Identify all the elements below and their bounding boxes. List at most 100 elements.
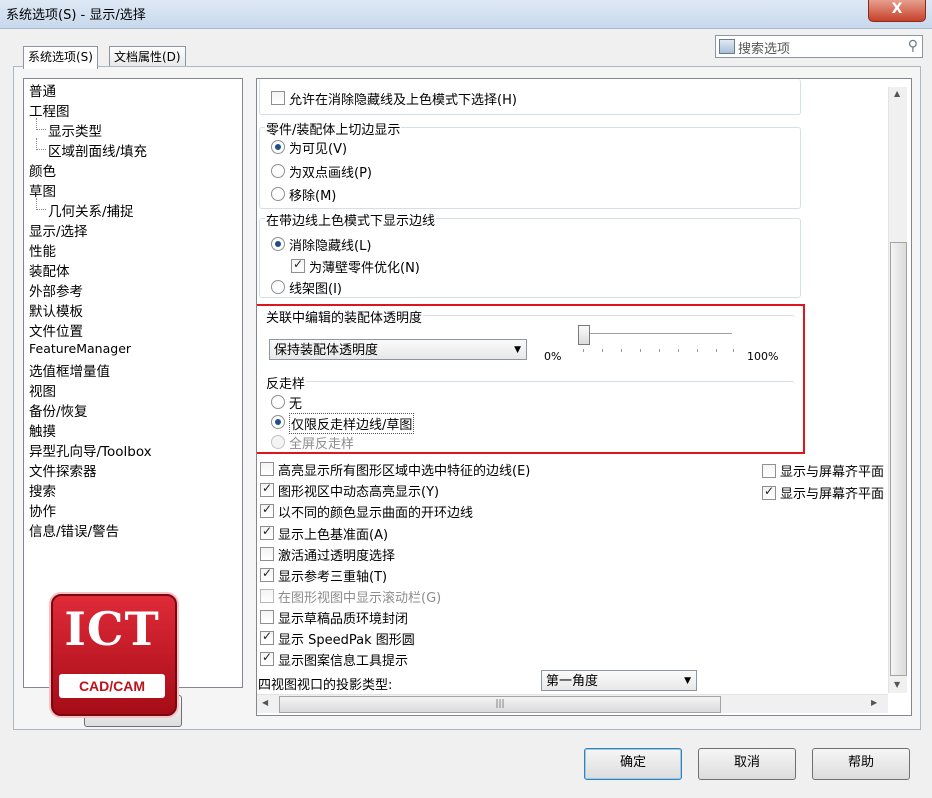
tab-document-properties[interactable]: 文档属性(D) — [109, 46, 186, 68]
tree-item-messages[interactable]: 信息/错误/警告 — [29, 520, 119, 540]
horizontal-scrollbar[interactable]: ◀ ||| ▶ — [257, 694, 888, 713]
checkbox-shaded-planes[interactable] — [260, 524, 274, 540]
scroll-right-icon[interactable]: ▶ — [871, 698, 877, 707]
checkbox-pattern-tooltip[interactable] — [260, 650, 274, 666]
tree-item-drawings[interactable]: 工程图 — [29, 100, 70, 120]
radio-hidden-lines-removed[interactable] — [271, 237, 285, 251]
tab-system-options[interactable]: 系统选项(S) — [23, 46, 98, 69]
ict-logo: ICT CAD/CAM — [51, 594, 177, 716]
scroll-down-icon[interactable]: ▼ — [894, 680, 900, 689]
slider-tick — [640, 349, 641, 352]
horizontal-scroll-thumb[interactable]: ||| — [279, 696, 721, 713]
tree-item-assemblies[interactable]: 装配体 — [29, 260, 70, 280]
checkbox-reference-triad[interactable] — [260, 566, 274, 582]
tree-item-general[interactable]: 普通 — [29, 80, 56, 100]
tree-item-spin-box[interactable]: 选值框增量值 — [29, 360, 110, 380]
search-input[interactable]: 搜索选项 ⚲ — [715, 35, 923, 58]
help-button[interactable]: 帮助 — [812, 748, 910, 780]
projection-type-value: 第一角度 — [546, 674, 599, 689]
checkbox-open-edges-color-label: 以不同的颜色显示曲面的开环边线 — [278, 506, 474, 521]
slider-tick — [678, 349, 679, 352]
slider-tick — [716, 349, 717, 352]
tree-item-default-templates[interactable]: 默认模板 — [29, 300, 83, 320]
checkbox-screen-parallel-1-label: 显示与屏幕齐平面 — [780, 465, 885, 480]
projection-type-select[interactable]: 第一角度 ▼ — [541, 670, 697, 691]
tree-item-display-style[interactable]: 显示类型 — [36, 118, 102, 140]
checkbox-speedpak[interactable] — [260, 629, 274, 645]
checkbox-draft-occlusion-label: 显示草稿品质环境封闭 — [278, 612, 409, 627]
projection-type-label: 四视图视口的投影类型: — [258, 678, 393, 693]
checkbox-highlight-edges[interactable] — [260, 462, 274, 476]
checkbox-draft-occlusion[interactable] — [260, 610, 274, 624]
tree-item-area-hatch[interactable]: 区域剖面线/填充 — [35, 138, 147, 160]
tree-item-external-references[interactable]: 外部参考 — [29, 280, 83, 300]
checkbox-select-through-transparency[interactable] — [260, 547, 274, 561]
window-title: 系统选项(S) - 显示/选择 — [6, 8, 146, 23]
radio-wireframe[interactable] — [271, 280, 285, 294]
slider-tick — [659, 349, 660, 352]
tree-item-collaboration[interactable]: 协作 — [29, 500, 56, 520]
cancel-button[interactable]: 取消 — [698, 748, 796, 780]
tree-item-file-locations[interactable]: 文件位置 — [29, 320, 83, 340]
checkbox-thin-parts[interactable] — [291, 257, 305, 273]
checkbox-shaded-planes-label: 显示上色基准面(A) — [278, 528, 389, 543]
radio-antialias-fullscreen-label: 全屏反走样 — [289, 437, 355, 452]
tree-item-file-explorer[interactable]: 文件探索器 — [29, 460, 97, 480]
tree-item-performance[interactable]: 性能 — [29, 240, 56, 260]
slider-tick — [621, 349, 622, 352]
transparency-mode-value: 保持装配体透明度 — [274, 343, 379, 358]
scroll-up-icon[interactable]: ▲ — [894, 89, 900, 98]
tree-item-sketch[interactable]: 草图 — [29, 180, 56, 200]
slider-max-label: 100% — [747, 350, 779, 363]
transparency-mode-select[interactable]: 保持装配体透明度 ▼ — [269, 339, 527, 360]
checkbox-open-edges-color[interactable] — [260, 502, 274, 518]
slider-tick — [697, 349, 698, 352]
search-icon[interactable]: ⚲ — [908, 38, 918, 54]
checkbox-speedpak-label: 显示 SpeedPak 图形圆 — [278, 633, 415, 648]
tree-item-colors[interactable]: 颜色 — [29, 160, 56, 180]
search-placeholder: 搜索选项 — [738, 42, 791, 57]
checkbox-scrollbars[interactable] — [260, 589, 274, 603]
checkbox-dynamic-highlight[interactable] — [260, 481, 274, 497]
radio-visible[interactable] — [271, 140, 285, 154]
radio-phantom[interactable] — [271, 164, 285, 178]
tree-item-backup-recover[interactable]: 备份/恢复 — [29, 400, 88, 420]
checkbox-reference-triad-label: 显示参考三重轴(T) — [278, 570, 388, 585]
tree-item-touch[interactable]: 触摸 — [29, 420, 56, 440]
transparency-title: 关联中编辑的装配体透明度 — [265, 307, 424, 326]
ok-button[interactable]: 确定 — [584, 748, 682, 780]
checkbox-screen-parallel-1[interactable] — [762, 464, 776, 478]
checkbox-thin-parts-label: 为薄壁零件优化(N) — [309, 261, 420, 276]
shaded-edges-title: 在带边线上色模式下显示边线 — [265, 210, 437, 229]
checkbox-screen-parallel-2[interactable] — [762, 484, 776, 500]
scroll-left-icon[interactable]: ◀ — [262, 698, 268, 707]
radio-antialias-fullscreen[interactable] — [271, 435, 285, 449]
tree-item-display-selection[interactable]: 显示/选择 — [29, 220, 88, 240]
radio-removed-label: 移除(M) — [289, 189, 337, 204]
radio-antialias-none-label: 无 — [289, 397, 303, 412]
chevron-down-icon: ▼ — [514, 345, 521, 355]
vertical-scrollbar[interactable]: ▲ ▼ — [888, 87, 907, 693]
tree-item-search[interactable]: 搜索 — [29, 480, 56, 500]
transparency-slider-thumb[interactable] — [578, 325, 590, 345]
transparency-slider-track[interactable] — [578, 333, 732, 337]
radio-antialias-edges[interactable] — [271, 415, 285, 429]
slider-min-label: 0% — [544, 350, 562, 363]
tree-item-featuremanager[interactable]: FeatureManager — [29, 341, 131, 356]
tree-item-view[interactable]: 视图 — [29, 380, 56, 400]
radio-removed[interactable] — [271, 187, 285, 201]
checkbox-allow-select-label: 允许在消除隐藏线及上色模式下选择(H) — [289, 93, 517, 108]
options-icon[interactable] — [719, 39, 735, 54]
slider-tick — [733, 349, 734, 352]
tangent-edge-title: 零件/装配体上切边显示 — [265, 119, 402, 138]
radio-phantom-label: 为双点画线(P) — [289, 166, 372, 181]
slider-tick — [602, 349, 603, 352]
vertical-scroll-thumb[interactable] — [890, 242, 907, 676]
checkbox-allow-select[interactable] — [271, 91, 285, 105]
close-button[interactable]: X — [868, 0, 926, 22]
tree-item-relations-snaps[interactable]: 几何关系/捕捉 — [36, 198, 134, 220]
tree-item-hole-wizard[interactable]: 异型孔向导/Toolbox — [29, 440, 152, 460]
radio-antialias-none[interactable] — [271, 395, 285, 409]
radio-visible-label: 为可见(V) — [289, 142, 348, 157]
options-panel: 允许在消除隐藏线及上色模式下选择(H) 零件/装配体上切边显示 为可见(V) 为… — [256, 78, 912, 716]
